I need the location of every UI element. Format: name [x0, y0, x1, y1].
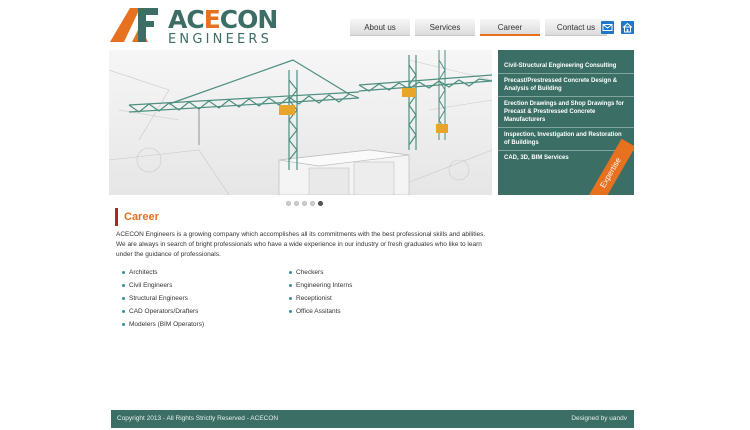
slider-dot-active[interactable]: [318, 201, 323, 206]
slider-dot[interactable]: [310, 201, 315, 206]
list-item: Checkers: [289, 266, 352, 279]
home-icon[interactable]: [621, 21, 634, 34]
positions-list-left: Architects Civil Engineers Structural En…: [122, 266, 204, 331]
hero-banner-image: [109, 50, 492, 195]
logo-wordmark: ACECON: [168, 5, 278, 34]
list-item: Office Assitants: [289, 305, 352, 318]
expertise-item[interactable]: Precast/Prestressed Concrete Design & An…: [498, 74, 634, 97]
slider-pagination: [286, 201, 323, 206]
list-item: Receptionist: [289, 292, 352, 305]
list-item: Engineering Interns: [289, 279, 352, 292]
expertise-item[interactable]: Civil-Structural Engineering Consulting: [498, 50, 634, 74]
footer-credit-link[interactable]: Designed by uandv: [571, 410, 627, 428]
slider-dot[interactable]: [286, 201, 291, 206]
footer-copyright: Copyright 2013 - All Rights Strictly Res…: [117, 415, 279, 422]
expertise-item[interactable]: Inspection, Investigation and Restoratio…: [498, 128, 634, 151]
slider-dot[interactable]: [302, 201, 307, 206]
list-item: Structural Engineers: [122, 292, 204, 305]
nav-services[interactable]: Services: [415, 19, 475, 36]
list-item: Architects: [122, 266, 204, 279]
logo-mark-icon: [110, 8, 158, 42]
slider-dot[interactable]: [294, 201, 299, 206]
career-intro: ACECON Engineers is a growing company wh…: [116, 231, 486, 258]
page-title: Career: [115, 208, 159, 226]
nav-about-us[interactable]: About us: [350, 19, 410, 36]
list-item: Civil Engineers: [122, 279, 204, 292]
mail-icon[interactable]: [601, 21, 614, 34]
nav-career[interactable]: Career: [480, 19, 540, 36]
positions-list-right: Checkers Engineering Interns Receptionis…: [289, 266, 352, 318]
logo[interactable]: ACECON ENGINEERS: [110, 5, 280, 47]
main-nav: About us Services Career Contact us: [350, 19, 612, 36]
logo-subtitle: ENGINEERS: [168, 32, 273, 47]
expertise-item[interactable]: Erection Drawings and Shop Drawings for …: [498, 97, 634, 128]
nav-contact-us[interactable]: Contact us: [545, 19, 607, 36]
footer: Copyright 2013 - All Rights Strictly Res…: [111, 410, 634, 428]
expertise-panel: Civil-Structural Engineering Consulting …: [498, 50, 634, 195]
list-item: CAD Operators/Drafters: [122, 305, 204, 318]
construction-cranes-illustration: [109, 50, 492, 195]
list-item: Modelers (BIM Operators): [122, 318, 204, 331]
